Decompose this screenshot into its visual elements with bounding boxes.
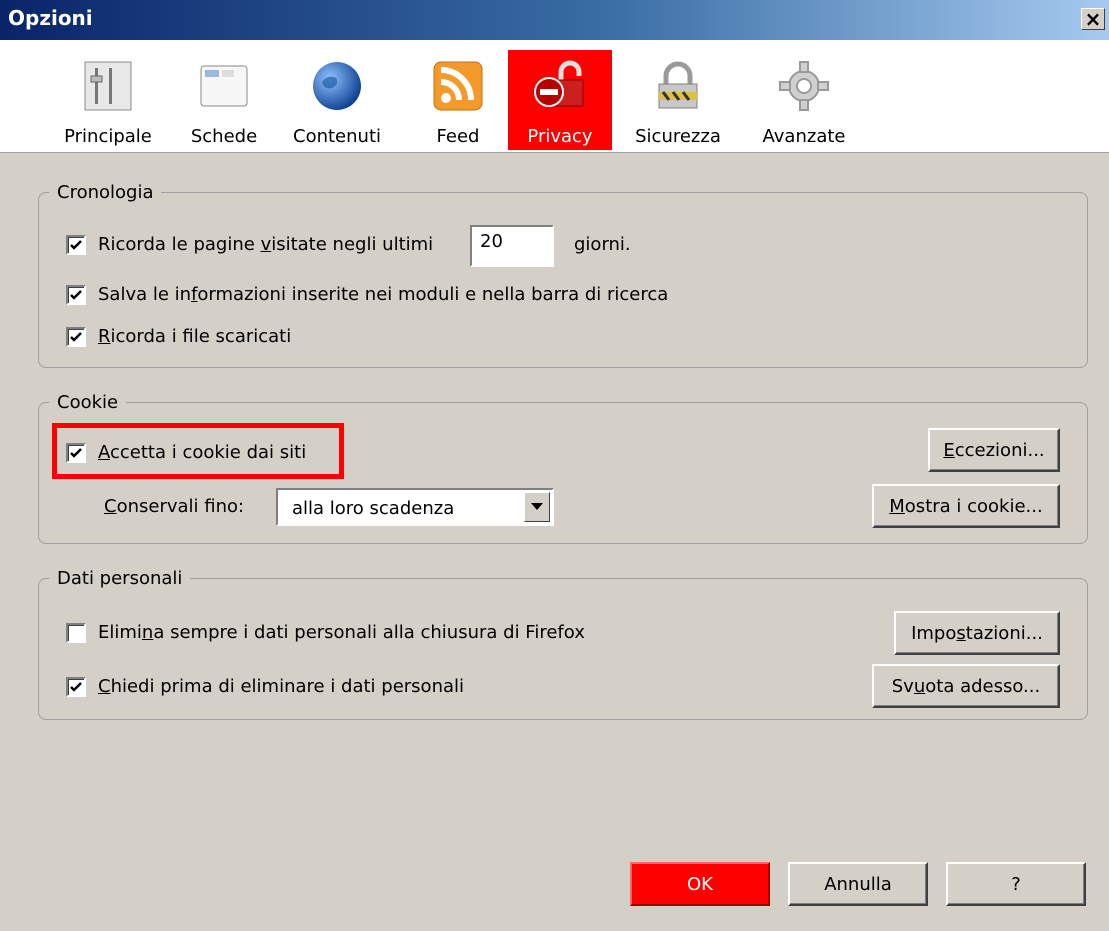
check-icon (70, 239, 82, 250)
rss-icon (433, 61, 483, 111)
cookie-legend: Cookie (57, 392, 119, 413)
window-title: Opzioni (8, 6, 93, 30)
check-icon (70, 681, 82, 692)
tabs-window-icon (200, 65, 248, 107)
ask-before-row: Chiedi prima di eliminare i dati persona… (66, 676, 464, 697)
remember-downloads-row: Ricorda i file scaricati (66, 326, 291, 347)
save-forms-checkbox[interactable] (66, 284, 86, 305)
tab-feed[interactable]: Feed (410, 50, 506, 150)
save-forms-row: Salva le informazioni inserite nei modul… (66, 284, 668, 305)
remember-pages-label: Ricorda le pagine visitate negli ultimi (98, 234, 434, 255)
clear-on-close-row: Elimina sempre i dati personali alla chi… (66, 622, 585, 643)
clear-on-close-checkbox[interactable] (66, 622, 86, 643)
tab-sicurezza[interactable]: Sicurezza (622, 50, 734, 150)
category-toolbar: Principale Schede Contenuti Feed Privacy… (0, 40, 1109, 153)
ask-before-checkbox[interactable] (66, 676, 86, 697)
remember-pages-row: Ricorda le pagine visitate negli ultimi (66, 234, 433, 255)
accept-cookies-checkbox[interactable] (66, 442, 86, 463)
exceptions-button[interactable]: Eccezioni... (928, 428, 1060, 472)
tab-label: Principale (64, 126, 152, 147)
close-icon: × (1084, 7, 1102, 31)
globe-icon (313, 62, 361, 110)
ok-button[interactable]: OK (630, 862, 770, 906)
personal-data-legend: Dati personali (57, 568, 183, 589)
history-legend: Cronologia (57, 182, 154, 203)
clear-now-button[interactable]: Svuota adesso... (872, 664, 1060, 708)
days-suffix: giorni. (574, 234, 631, 255)
tab-label: Feed (436, 126, 480, 147)
keep-until-label: Conservali fino: (104, 496, 245, 517)
ask-before-label: Chiedi prima di eliminare i dati persona… (98, 676, 465, 697)
check-icon (70, 289, 82, 300)
keep-until-value: alla loro scadenza (292, 498, 455, 519)
tab-privacy[interactable]: Privacy (508, 50, 612, 150)
remember-downloads-label: Ricorda i file scaricati (98, 326, 292, 347)
days-input[interactable]: 20 (470, 225, 554, 267)
cancel-button[interactable]: Annulla (788, 862, 928, 906)
close-button[interactable]: × (1081, 8, 1105, 30)
check-icon (70, 331, 82, 342)
accept-cookies-label: Accetta i cookie dai siti (98, 442, 307, 463)
title-bar: Opzioni × (0, 0, 1109, 40)
dropdown-arrow-button[interactable] (524, 492, 550, 522)
save-forms-label: Salva le informazioni inserite nei modul… (98, 284, 669, 305)
privacy-lock-icon (534, 60, 584, 107)
keep-until-select[interactable]: alla loro scadenza (276, 488, 554, 526)
padlock-icon (658, 61, 698, 109)
tab-label: Contenuti (293, 126, 381, 147)
tab-label: Sicurezza (635, 126, 721, 147)
settings-button[interactable]: Impostazioni... (894, 611, 1060, 655)
tab-principale[interactable]: Principale (58, 50, 158, 150)
tab-schede[interactable]: Schede (174, 50, 274, 150)
tab-label: Privacy (527, 126, 593, 147)
tab-label: Avanzate (762, 126, 846, 147)
accept-cookies-row: Accetta i cookie dai siti (66, 442, 306, 463)
show-cookies-button[interactable]: Mostra i cookie... (872, 484, 1060, 528)
clear-on-close-label: Elimina sempre i dati personali alla chi… (98, 622, 585, 643)
remember-downloads-checkbox[interactable] (66, 326, 86, 347)
gear-icon (779, 61, 829, 111)
main-sliders-icon (84, 61, 132, 111)
help-button[interactable]: ? (946, 862, 1086, 906)
check-icon (70, 447, 82, 458)
remember-pages-checkbox[interactable] (66, 234, 86, 255)
tab-contenuti[interactable]: Contenuti (282, 50, 392, 150)
chevron-down-icon (531, 503, 543, 510)
tab-avanzate[interactable]: Avanzate (752, 50, 856, 150)
tab-label: Schede (190, 126, 258, 147)
